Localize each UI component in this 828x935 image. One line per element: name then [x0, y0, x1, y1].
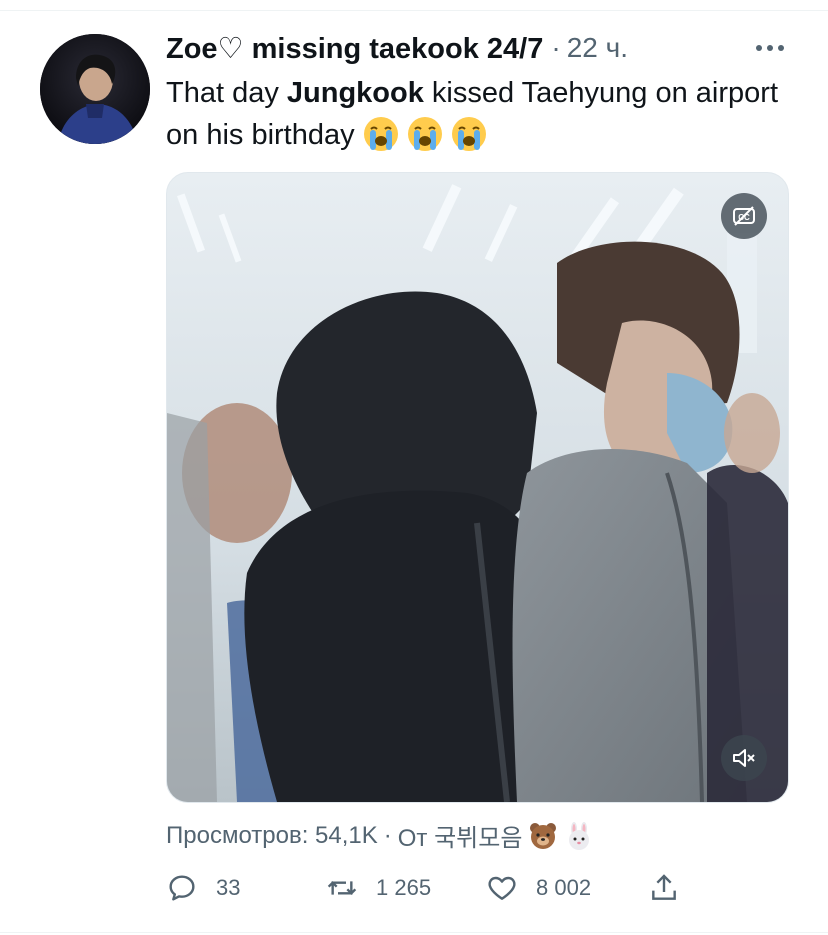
loudly-crying-face-icon	[407, 117, 442, 151]
loudly-crying-face-icon	[363, 117, 398, 151]
source-label[interactable]: От 국뷔모음	[398, 818, 523, 853]
muted-speaker-icon[interactable]	[721, 735, 767, 781]
share-icon	[652, 874, 676, 900]
tweet-header: Zoe♡ missing taekook 24/7 · 22 ч.	[166, 30, 628, 66]
tweet-text: That day Jungkook kissed Taehyung on air…	[166, 72, 786, 156]
captions-off-icon[interactable]: CC	[721, 193, 767, 239]
views-separator: ·	[383, 821, 392, 849]
views-line: Просмотров: 54,1K · От 국뷔모음	[166, 818, 594, 853]
avatar[interactable]	[40, 34, 150, 144]
tweet-text-bold: Jungkook	[286, 77, 424, 109]
bottom-divider	[0, 932, 828, 933]
tweet-time[interactable]: 22 ч.	[567, 32, 628, 64]
like-count: 8 002	[536, 875, 592, 900]
reply-icon	[169, 875, 195, 901]
share-button[interactable]	[648, 866, 680, 910]
heart-icon	[488, 876, 516, 900]
rabbit-face-icon	[569, 821, 590, 850]
action-bar: 33 1 265 8 002	[166, 866, 786, 910]
views-count[interactable]: Просмотров: 54,1K	[166, 822, 378, 850]
retweet-button[interactable]: 1 265	[326, 866, 431, 910]
more-options-icon[interactable]	[752, 36, 788, 60]
loudly-crying-face-icon	[451, 117, 486, 151]
video-frame	[167, 173, 788, 802]
retweet-icon	[327, 880, 357, 896]
reply-count: 33	[216, 875, 241, 900]
display-name[interactable]: Zoe♡ missing taekook 24/7	[166, 31, 543, 66]
retweet-count: 1 265	[376, 875, 432, 900]
bear-face-icon	[530, 822, 557, 849]
header-separator: ·	[551, 32, 561, 63]
like-button[interactable]: 8 002	[486, 866, 591, 910]
tweet-text-part1: That day	[166, 77, 287, 109]
video-player[interactable]: CC	[166, 172, 789, 803]
top-divider	[0, 10, 828, 11]
reply-button[interactable]: 33	[166, 866, 240, 910]
